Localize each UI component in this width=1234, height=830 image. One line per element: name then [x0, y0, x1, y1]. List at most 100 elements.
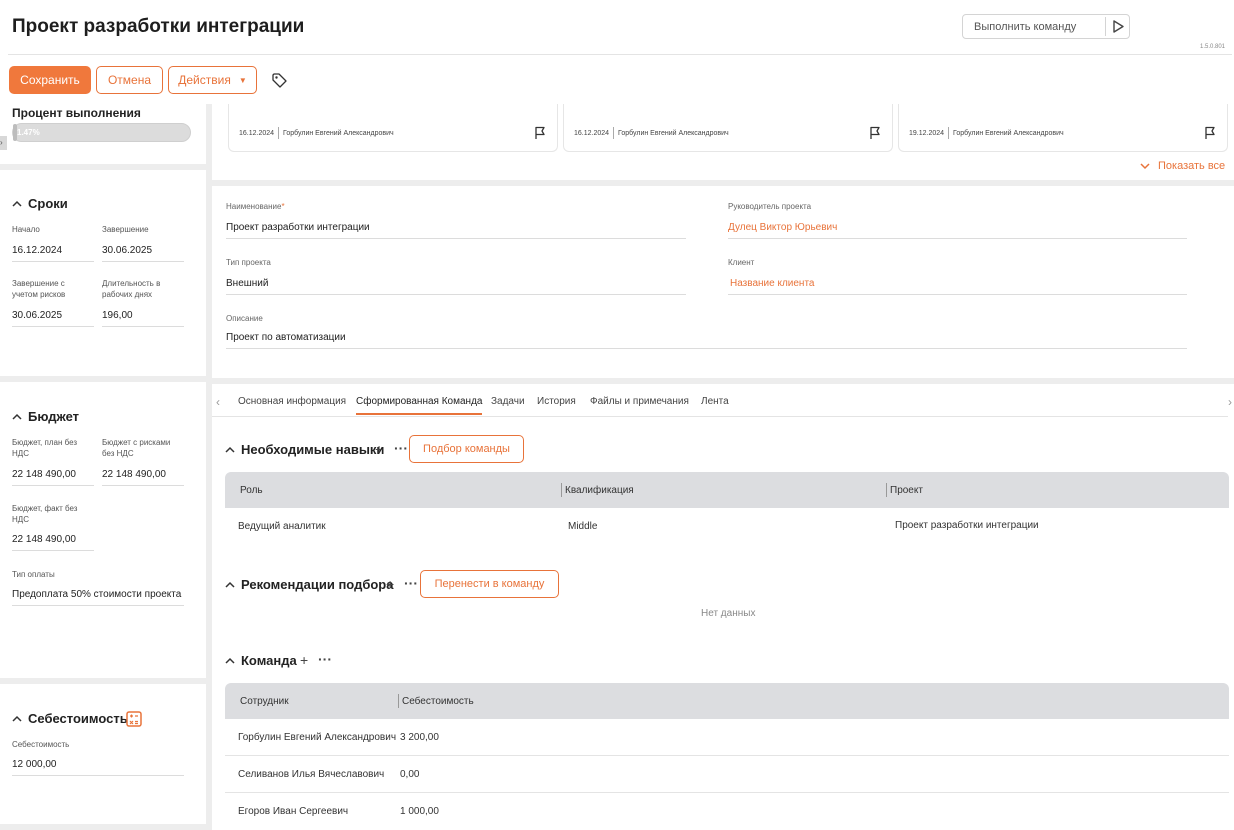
manager-field[interactable]: Дулец Виктор Юрьевич [728, 222, 1187, 239]
project-link[interactable]: Проект разработки интеграции [895, 520, 1039, 531]
table-row[interactable]: Селиванов Илья Вячеславович 0,00 [225, 756, 1229, 793]
budget-risk-field[interactable]: 22 148 490,00 [102, 469, 184, 486]
payment-type-label: Тип оплаты [12, 570, 55, 579]
start-field[interactable]: 16.12.2024 [12, 245, 94, 262]
tab-team[interactable]: Сформированная Команда [356, 396, 483, 415]
skills-table-header [225, 472, 1229, 508]
collapse-handle[interactable]: › [0, 136, 7, 150]
table-row[interactable]: Горбулин Евгений Александрович 3 200,00 [225, 719, 1229, 756]
actions-dropdown-button[interactable]: Действия ▼ [168, 66, 257, 94]
project-type-label: Тип проекта [226, 258, 271, 267]
card-separator [948, 127, 950, 139]
tab-history[interactable]: История [537, 396, 576, 407]
client-label: Клиент [728, 258, 755, 267]
more-icon[interactable]: ··· [318, 651, 332, 667]
name-field[interactable]: Проект разработки интеграции [226, 222, 686, 239]
tag-icon[interactable] [271, 72, 288, 89]
client-field[interactable]: Название клиента [728, 278, 1187, 295]
team-select-button[interactable]: Подбор команды [409, 435, 524, 463]
add-member-icon[interactable]: + [300, 652, 308, 668]
qualification-cell: Middle [568, 521, 598, 532]
payment-type-field[interactable]: Предоплата 50% стоимости проекта [12, 589, 184, 606]
chevron-up-icon [225, 657, 235, 664]
team-title: Команда [241, 653, 297, 668]
flag-icon[interactable] [1203, 126, 1217, 140]
milestone-card[interactable]: 16.12.2024 Горбулин Евгений Александрови… [228, 104, 558, 152]
end-field[interactable]: 30.06.2025 [102, 245, 184, 262]
project-type-field[interactable]: Внешний [226, 278, 686, 295]
cancel-button[interactable]: Отмена [96, 66, 163, 94]
skills-section-header[interactable]: Необходимые навыки [225, 442, 384, 457]
employee-link[interactable]: Егоров Иван Сергеевич [238, 806, 348, 817]
progress-value: 1.47% [17, 128, 40, 137]
column-header-employee: Сотрудник [240, 696, 289, 707]
card-author: Горбулин Евгений Александрович [953, 129, 1064, 137]
caret-down-icon: ▼ [238, 75, 247, 85]
column-header-role: Роль [240, 485, 263, 496]
chevron-up-icon [225, 581, 235, 588]
table-row[interactable]: Егоров Иван Сергеевич 1 000,00 [225, 793, 1229, 830]
team-section-header[interactable]: Команда [225, 653, 297, 668]
flag-icon[interactable] [533, 126, 547, 140]
more-icon[interactable]: ··· [404, 575, 418, 591]
add-recommendation-icon[interactable]: + [386, 576, 394, 592]
card-author: Горбулин Евгений Александрович [283, 129, 394, 137]
budget-panel [0, 382, 206, 678]
column-separator [886, 483, 887, 497]
card-separator [278, 127, 280, 139]
cost-panel [0, 684, 206, 824]
tab-main-info[interactable]: Основная информация [238, 396, 346, 407]
command-input[interactable] [963, 15, 1105, 38]
tabs-scroll-right-icon[interactable]: › [1228, 395, 1232, 409]
employee-link[interactable]: Горбулин Евгений Александрович [238, 732, 396, 743]
cost-cell: 1 000,00 [400, 806, 439, 817]
dates-title: Сроки [28, 196, 68, 211]
card-date: 16.12.2024 [574, 129, 610, 137]
budget-risk-label: Бюджет с рисками без НДС [102, 438, 171, 458]
cost-cell: 3 200,00 [400, 732, 439, 743]
progress-fill [13, 124, 17, 141]
recommendations-section-header[interactable]: Рекомендации подбора [225, 577, 393, 592]
calculator-icon[interactable] [126, 711, 142, 727]
duration-field[interactable]: 196,00 [102, 310, 184, 327]
budget-section-header[interactable]: Бюджет [12, 409, 79, 424]
start-label: Начало [12, 225, 40, 234]
tab-files[interactable]: Файлы и примечания [590, 396, 689, 407]
column-separator [398, 694, 399, 708]
dates-section-header[interactable]: Сроки [12, 196, 68, 211]
budget-title: Бюджет [28, 409, 79, 424]
table-row[interactable]: Ведущий аналитик Middle Проект разработк… [225, 508, 1229, 544]
tab-feed[interactable]: Лента [701, 396, 729, 407]
play-icon[interactable] [1109, 18, 1127, 35]
role-cell: Ведущий аналитик [238, 521, 326, 532]
end-risk-label: Завершение с учетом рисков [12, 279, 66, 299]
description-label: Описание [226, 314, 263, 323]
milestone-card[interactable]: 19.12.2024 Горбулин Евгений Александрови… [898, 104, 1228, 152]
milestone-card[interactable]: 16.12.2024 Горбулин Евгений Александрови… [563, 104, 893, 152]
description-field[interactable]: Проект по автоматизации [226, 332, 1187, 349]
progress-bar: 1.47% [12, 123, 191, 142]
end-risk-field[interactable]: 30.06.2025 [12, 310, 94, 327]
empty-state: Нет данных [701, 608, 756, 619]
card-date: 19.12.2024 [909, 129, 945, 137]
save-button[interactable]: Сохранить [9, 66, 91, 94]
command-separator [1105, 17, 1106, 36]
cost-title: Себестоимость [28, 711, 128, 726]
column-header-project: Проект [890, 485, 923, 496]
cost-section-header[interactable]: Себестоимость [12, 711, 128, 726]
add-skill-icon[interactable]: + [375, 441, 383, 457]
column-header-qualification: Квалификация [565, 485, 634, 496]
move-to-team-button[interactable]: Перенести в команду [420, 570, 559, 598]
tab-tasks[interactable]: Задачи [491, 396, 525, 407]
chevron-up-icon [225, 446, 235, 453]
budget-fact-field[interactable]: 22 148 490,00 [12, 534, 94, 551]
cost-field[interactable]: 12 000,00 [12, 759, 184, 776]
budget-plan-field[interactable]: 22 148 490,00 [12, 469, 94, 486]
card-author: Горбулин Евгений Александрович [618, 129, 729, 137]
more-icon[interactable]: ··· [394, 440, 408, 456]
tabs-scroll-left-icon[interactable]: ‹ [216, 395, 220, 409]
employee-link[interactable]: Селиванов Илья Вячеславович [238, 769, 384, 780]
flag-icon[interactable] [868, 126, 882, 140]
show-all-link[interactable]: Показать все [1140, 160, 1225, 172]
show-all-label: Показать все [1158, 160, 1226, 172]
